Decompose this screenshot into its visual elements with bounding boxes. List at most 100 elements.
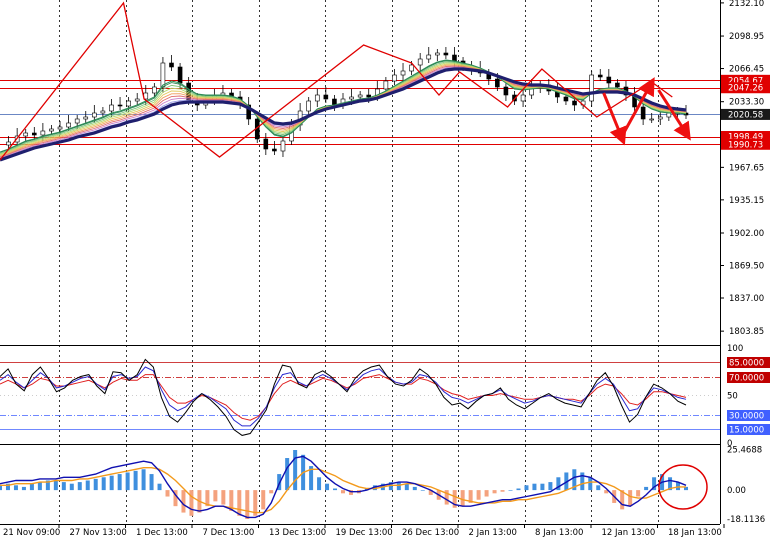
candle-body [83,116,89,120]
oscillator-black-line [0,358,687,436]
macd-histogram-bar [492,490,497,494]
macd-histogram-bar [37,482,42,491]
macd-histogram-bar [101,477,106,491]
macd-histogram-bar [149,474,154,491]
price-tick-label: 2132.10 [729,0,764,9]
macd-histogram-bar [269,490,274,494]
candle-body [417,58,423,66]
x-tick-label: 27 Nov 13:00 [70,528,127,538]
macd-histogram-bar [285,458,290,491]
price-tick-label: 2098.95 [729,32,764,42]
candle-body [520,94,526,102]
candle-body [177,66,183,84]
oscillator-red-line [0,374,687,421]
candle-body [366,94,372,98]
candle-body [572,100,577,106]
oscillator-level-tag-text: 85.0000 [729,359,764,369]
macd-histogram-bar [93,478,98,491]
macd-histogram-bar [117,474,122,491]
price-tick-label: 2066.45 [729,65,764,75]
x-tick-label: 12 Jan 13:00 [602,528,656,538]
x-tick-label: 18 Jan 13:00 [668,528,722,538]
candle-body [272,148,277,152]
macd-tick-label: 0.00 [727,486,746,496]
level-price-tag: 1990.73 [721,138,770,150]
macd-histogram-bar [69,483,74,491]
macd-histogram-bar [189,490,194,516]
candle-body [134,98,140,102]
macd-histogram-bar [548,482,553,491]
macd-histogram-bar [508,490,513,491]
macd-histogram-bar [420,490,425,491]
macd-histogram-bar [596,485,601,491]
macd-histogram-bar [636,490,641,497]
macd-histogram-bar [13,485,18,491]
macd-histogram-bar [85,480,90,491]
zigzag-line [0,1,673,161]
macd-pane[interactable] [0,450,708,519]
macd-tick-label: 25.4688 [727,445,762,455]
candle-body [666,112,672,118]
macd-histogram-bar [0,485,2,491]
macd-histogram-bar [532,483,537,491]
candle-body [503,86,509,96]
macd-histogram-bar [141,469,146,491]
x-tick-label: 7 Dec 13:00 [203,528,255,538]
x-tick-label: 21 Nov 09:00 [3,528,60,538]
macd-histogram-bar [109,475,114,491]
macd-histogram-bar [21,486,26,491]
oscillator-level-tag: 70.0000 [727,372,770,384]
candle-body [109,104,114,112]
candle-body [57,126,63,130]
macd-histogram-bar [245,490,250,519]
level-price-tag: 2047.26 [721,82,770,94]
candle-body [495,78,500,88]
oscillator-level-tag: 15.0000 [727,424,770,436]
price-tick-label: 1869.50 [729,262,764,272]
chart-frame [0,0,721,525]
macd-tick-label: -18.1136 [727,515,765,525]
x-tick-label: 13 Dec 13:00 [269,528,326,538]
candle-body [400,70,406,76]
price-pane[interactable] [0,1,720,162]
candle-body [100,110,106,114]
macd-histogram-bar [460,490,465,507]
candle-body [66,122,71,128]
oscillator-pane[interactable] [0,358,720,436]
candle-body [452,54,457,62]
candle-body [263,138,269,150]
candle-body [40,130,46,136]
candle-body [435,52,440,56]
candle-body [615,82,620,88]
macd-histogram-bar [317,477,322,491]
price-tick-label: 1935.15 [729,196,764,206]
macd-histogram-bar [157,483,162,491]
x-tick-label: 8 Jan 13:00 [535,528,583,538]
x-tick-label: 26 Dec 13:00 [402,528,459,538]
oscillator-level-tag: 30.0000 [727,410,770,422]
macd-histogram-bar [261,490,266,510]
candle-body [74,118,80,124]
macd-histogram-bar [540,483,545,491]
price-tick-label: 1902.00 [729,229,764,239]
price-tick-label: 1803.85 [729,327,764,337]
candle-body [169,62,174,68]
candle-body [409,64,414,72]
candle-body [443,52,449,56]
current-price-tag: 2020.58 [721,108,770,120]
candle-body [314,94,320,102]
candle-body [426,54,432,60]
macd-histogram-bar [412,486,417,491]
candle-body [657,116,663,120]
candle-body [31,132,37,136]
trading-chart: 21 Nov 09:00 27 Nov 13:00 1 Dec 13:00 7 Dec… [0,0,770,538]
macd-histogram-bar [644,486,649,491]
macd-histogram-bar [396,482,401,491]
oscillator-level-tag: 85.0000 [727,357,770,369]
macd-histogram-bar [628,490,633,507]
candle-body [280,140,286,152]
macd-histogram-bar [213,490,218,502]
price-tick-label: 1837.00 [729,294,764,304]
macd-histogram-bar [333,488,338,491]
macd-histogram-bar [29,483,34,491]
